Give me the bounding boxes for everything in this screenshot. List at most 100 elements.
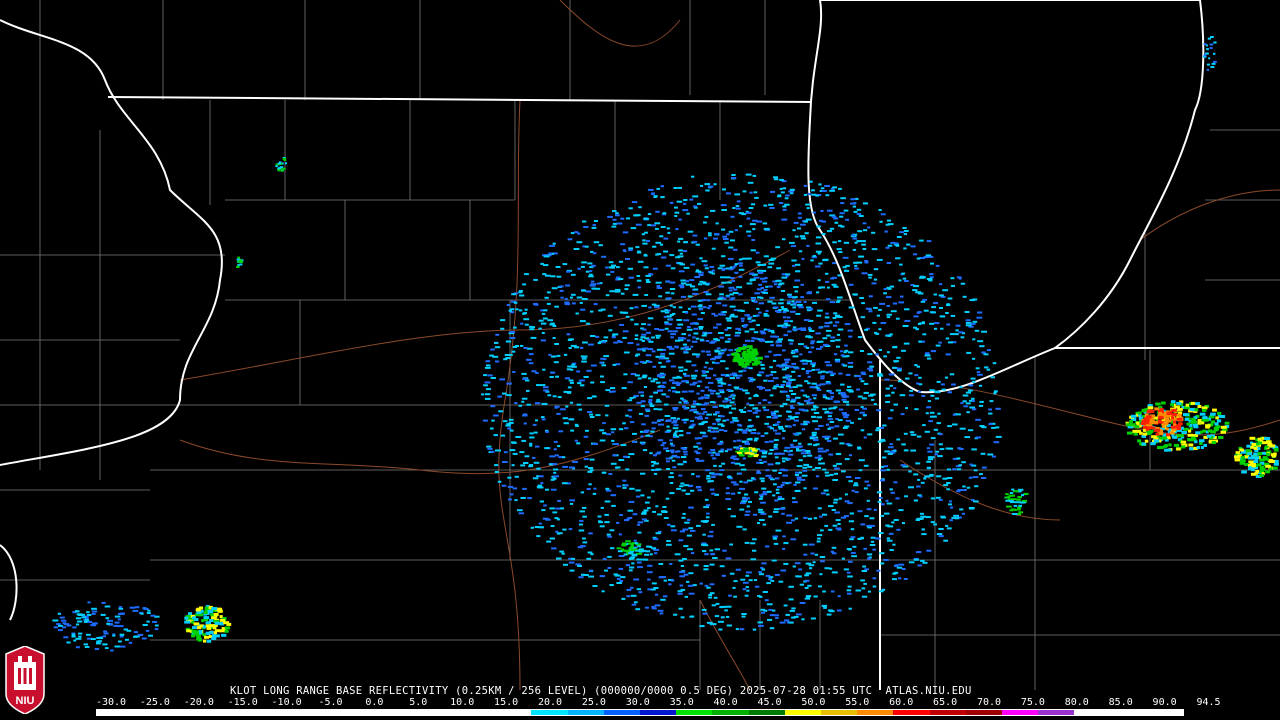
radar-pixel bbox=[895, 497, 900, 500]
radar-pixel bbox=[1263, 457, 1269, 461]
radar-pixel bbox=[683, 319, 690, 322]
radar-pixel bbox=[689, 409, 694, 412]
radar-pixel bbox=[817, 447, 824, 450]
radar-pixel bbox=[777, 324, 783, 327]
radar-pixel bbox=[511, 441, 517, 444]
radar-pixel bbox=[830, 339, 835, 342]
radar-pixel bbox=[818, 326, 823, 329]
radar-pixel bbox=[518, 404, 523, 407]
radar-pixel bbox=[704, 215, 709, 218]
radar-pixel bbox=[768, 515, 773, 518]
radar-pixel bbox=[875, 429, 880, 432]
radar-pixel bbox=[698, 423, 704, 426]
radar-pixel bbox=[654, 552, 658, 555]
radar-pixel bbox=[500, 327, 505, 330]
radar-pixel bbox=[725, 605, 732, 608]
radar-pixel bbox=[667, 330, 673, 333]
radar-pixel bbox=[689, 198, 694, 201]
radar-pixel bbox=[642, 449, 648, 452]
radar-pixel bbox=[845, 414, 850, 416]
radar-pixel bbox=[981, 426, 987, 429]
radar-pixel bbox=[921, 394, 926, 397]
radar-pixel bbox=[938, 528, 944, 530]
radar-pixel bbox=[848, 480, 853, 483]
radar-pixel bbox=[956, 490, 961, 493]
radar-pixel bbox=[713, 237, 718, 240]
radar-pixel bbox=[759, 494, 764, 497]
radar-pixel bbox=[676, 417, 680, 420]
radar-pixel bbox=[1240, 456, 1245, 459]
radar-pixel bbox=[774, 423, 780, 426]
radar-pixel bbox=[571, 365, 577, 368]
radar-pixel bbox=[945, 353, 951, 356]
radar-pixel bbox=[134, 606, 140, 609]
radar-pixel bbox=[1141, 442, 1146, 446]
scale-color-cell bbox=[929, 710, 966, 715]
radar-pixel bbox=[1251, 443, 1257, 446]
radar-pixel bbox=[71, 633, 76, 636]
radar-pixel bbox=[826, 613, 832, 616]
radar-pixel bbox=[915, 291, 922, 294]
radar-pixel bbox=[663, 579, 668, 582]
radar-pixel bbox=[947, 425, 952, 428]
radar-pixel bbox=[758, 371, 765, 374]
radar-pixel bbox=[237, 256, 240, 259]
radar-pixel bbox=[607, 555, 612, 558]
radar-pixel bbox=[848, 607, 852, 610]
radar-pixel bbox=[481, 393, 485, 396]
radar-pixel bbox=[686, 328, 693, 331]
radar-pixel bbox=[1154, 428, 1161, 432]
radar-pixel bbox=[701, 543, 707, 546]
radar-pixel bbox=[858, 215, 864, 217]
radar-pixel bbox=[652, 245, 657, 248]
radar-pixel bbox=[721, 255, 726, 258]
radar-pixel bbox=[782, 349, 786, 352]
radar-pixel bbox=[902, 277, 907, 280]
radar-pixel bbox=[719, 336, 725, 339]
radar-pixel bbox=[620, 217, 625, 220]
radar-pixel bbox=[656, 285, 661, 287]
radar-pixel bbox=[756, 314, 760, 317]
radar-pixel bbox=[506, 382, 512, 385]
radar-pixel bbox=[750, 558, 757, 561]
radar-pixel bbox=[744, 330, 750, 333]
radar-pixel bbox=[822, 394, 827, 397]
radar-pixel bbox=[661, 510, 667, 513]
radar-pixel bbox=[1150, 442, 1156, 446]
radar-pixel bbox=[917, 564, 922, 567]
radar-pixel bbox=[1154, 407, 1159, 411]
radar-pixel bbox=[784, 197, 789, 200]
radar-pixel bbox=[828, 528, 833, 531]
radar-pixel bbox=[604, 521, 610, 524]
radar-pixel bbox=[748, 579, 753, 582]
radar-pixel bbox=[731, 393, 735, 396]
radar-pixel bbox=[75, 637, 82, 640]
radar-pixel bbox=[621, 597, 626, 600]
radar-pixel bbox=[751, 297, 756, 300]
radar-pixel bbox=[946, 527, 952, 530]
radar-pixel bbox=[730, 215, 735, 218]
radar-pixel bbox=[585, 322, 591, 325]
radar-pixel bbox=[732, 248, 738, 251]
radar-pixel bbox=[888, 223, 894, 226]
radar-pixel bbox=[643, 386, 647, 388]
radar-pixel bbox=[995, 426, 1000, 429]
radar-pixel bbox=[885, 401, 890, 403]
radar-pixel bbox=[141, 637, 147, 640]
radar-pixel bbox=[1139, 431, 1143, 435]
radar-pixel bbox=[657, 385, 661, 388]
radar-pixel bbox=[945, 312, 949, 314]
radar-pixel bbox=[759, 477, 765, 480]
radar-pixel bbox=[773, 443, 779, 446]
radar-pixel bbox=[988, 412, 993, 415]
radar-pixel bbox=[926, 447, 931, 450]
radar-pixel bbox=[824, 361, 831, 364]
radar-pixel bbox=[936, 496, 941, 499]
radar-pixel bbox=[871, 231, 876, 234]
radar-pixel bbox=[764, 441, 769, 444]
radar-pixel bbox=[537, 484, 543, 487]
radar-pixel bbox=[703, 332, 708, 335]
radar-pixel bbox=[669, 442, 673, 445]
radar-pixel bbox=[868, 394, 874, 397]
radar-pixel bbox=[553, 471, 557, 474]
